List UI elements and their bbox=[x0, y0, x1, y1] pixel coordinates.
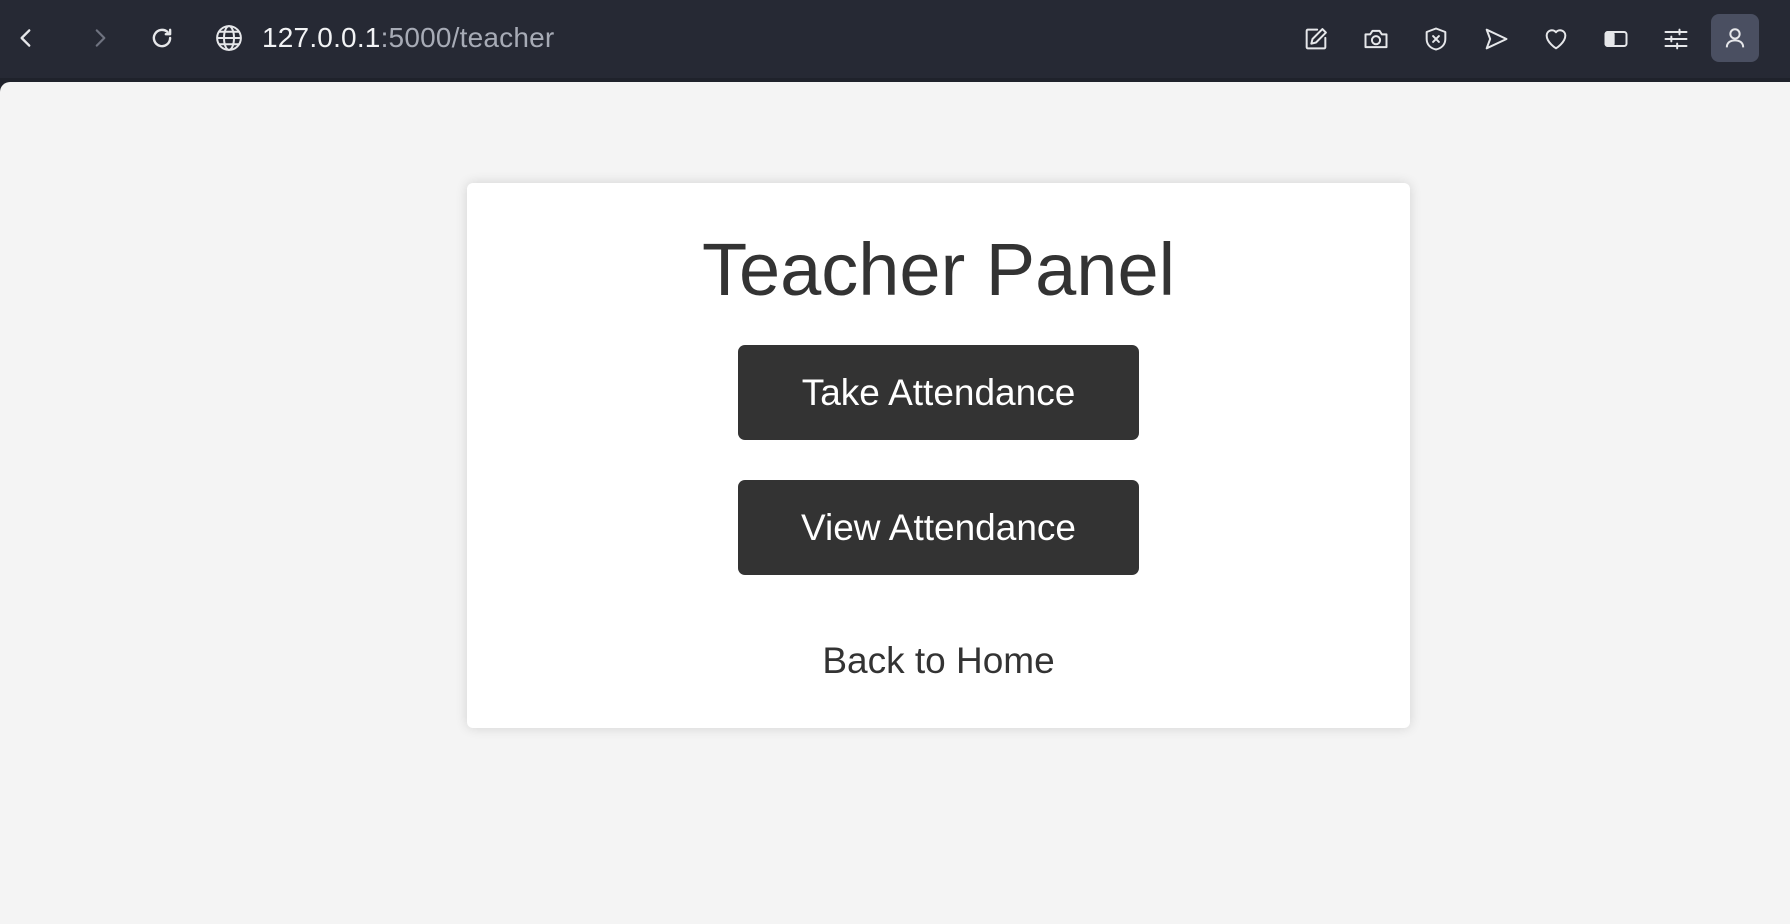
send-button[interactable] bbox=[1477, 20, 1515, 58]
back-to-home-link[interactable]: Back to Home bbox=[467, 640, 1410, 682]
page-content: Teacher Panel Take Attendance View Atten… bbox=[0, 82, 1790, 924]
shield-button[interactable] bbox=[1417, 20, 1455, 58]
heart-icon bbox=[1545, 29, 1567, 50]
camera-icon bbox=[1364, 29, 1388, 49]
view-attendance-button[interactable]: View Attendance bbox=[738, 480, 1139, 575]
profile-button[interactable] bbox=[1711, 14, 1759, 62]
camera-button[interactable] bbox=[1357, 20, 1395, 58]
send-icon bbox=[1485, 28, 1508, 50]
profile-icon bbox=[1725, 28, 1745, 48]
page-title: Teacher Panel bbox=[701, 228, 1176, 311]
take-attendance-button[interactable]: Take Attendance bbox=[738, 345, 1139, 440]
settings-button[interactable] bbox=[1657, 20, 1695, 58]
favorite-button[interactable] bbox=[1537, 20, 1575, 58]
browser-toolbar: 127.0.0.1:5000/teacher bbox=[0, 0, 1790, 78]
sidebar-icon bbox=[1604, 31, 1628, 47]
sidebar-button[interactable] bbox=[1597, 20, 1635, 58]
extension-icons bbox=[0, 0, 1790, 78]
edit-icon bbox=[1305, 28, 1327, 50]
settings-sliders-icon bbox=[1664, 28, 1688, 50]
teacher-panel-card: Teacher Panel Take Attendance View Atten… bbox=[467, 183, 1410, 728]
edit-button[interactable] bbox=[1297, 20, 1335, 58]
shield-icon bbox=[1425, 27, 1447, 51]
